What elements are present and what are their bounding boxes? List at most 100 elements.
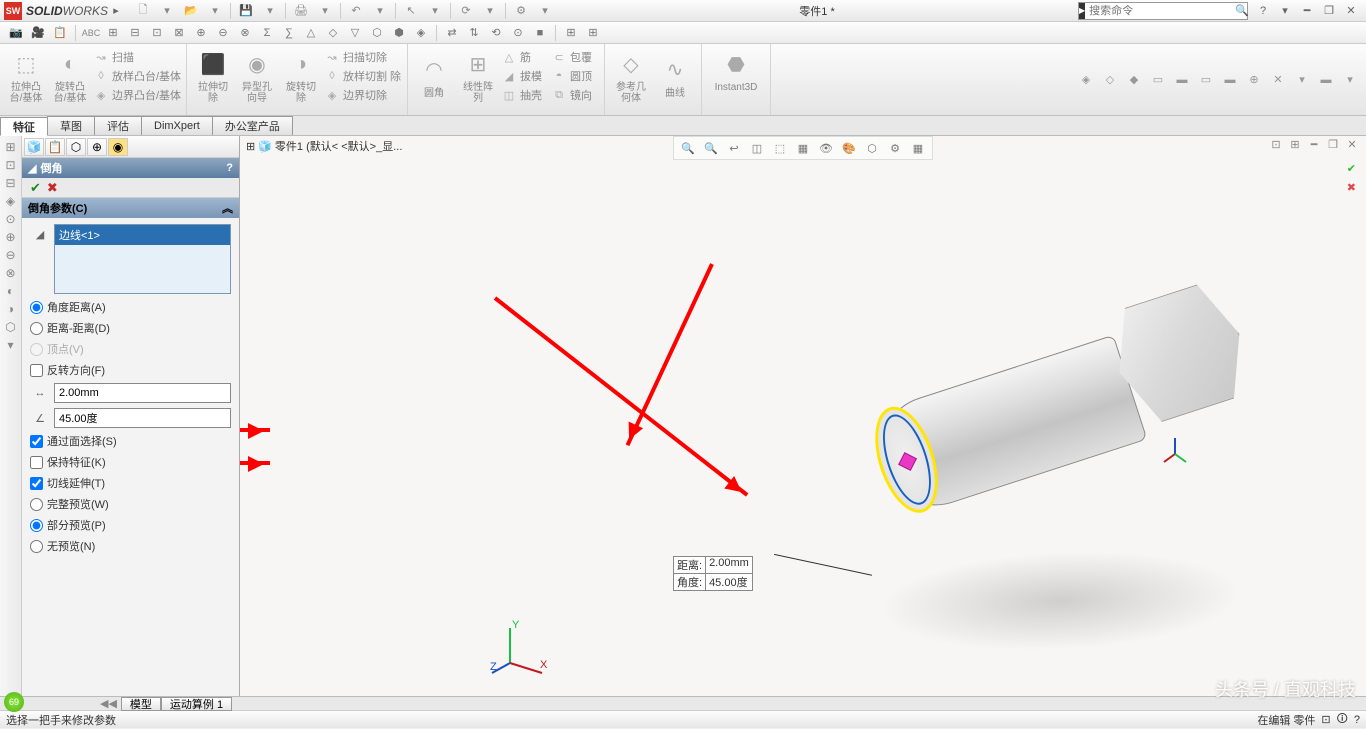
tab-motion-study[interactable]: 运动算例 1	[161, 697, 232, 711]
doc-max-icon[interactable]: ❐	[1325, 138, 1341, 151]
lvt-icon[interactable]: ▾	[7, 338, 13, 352]
revolve-boss-button[interactable]: ◐旋转凸 台/基体	[48, 46, 92, 106]
rtool-icon[interactable]: ▭	[1196, 71, 1216, 89]
cancel-icon[interactable]: ✖	[47, 180, 58, 196]
tool-icon[interactable]: ⬡	[367, 24, 387, 42]
hide-show-icon[interactable]: 👁	[816, 139, 836, 157]
tool-icon[interactable]: △	[301, 24, 321, 42]
instant3d-button[interactable]: ⬣Instant3D	[706, 46, 766, 95]
fm-tab-icon[interactable]: ◉	[108, 138, 128, 156]
radio-partial-preview[interactable]: 部分预览(P)	[30, 517, 231, 533]
check-keep-features[interactable]: 保持特征(K)	[30, 454, 231, 470]
dd-icon[interactable]: ▾	[259, 2, 281, 20]
rtool-icon[interactable]: ▭	[1148, 71, 1168, 89]
tool-icon[interactable]: ⊞	[583, 24, 603, 42]
fillet-button[interactable]: ◠圆角	[412, 46, 456, 106]
radio-angle-distance[interactable]: 角度距离(A)	[30, 299, 231, 315]
options-icon[interactable]: ⚙	[510, 2, 532, 20]
rtool-icon[interactable]: ▬	[1172, 71, 1192, 89]
rtool-icon[interactable]: ◈	[1076, 71, 1096, 89]
section-icon[interactable]: ◫	[747, 139, 767, 157]
tool-icon[interactable]: ⊕	[191, 24, 211, 42]
rtool-icon[interactable]: ⊕	[1244, 71, 1264, 89]
tab-feature[interactable]: 特征	[0, 117, 48, 136]
dd-icon[interactable]: ▾	[534, 2, 556, 20]
sweep-cut-button[interactable]: ↝扫描切除	[323, 48, 403, 66]
view-icon[interactable]: ▦	[908, 139, 928, 157]
extrude-boss-button[interactable]: ⬚拉伸凸 台/基体	[4, 46, 48, 106]
mirror-button[interactable]: ⧉镜向	[550, 86, 600, 104]
prev-view-icon[interactable]: ↩	[724, 139, 744, 157]
doc-min-icon[interactable]: ━	[1306, 138, 1322, 151]
lvt-icon[interactable]: ⬡	[5, 320, 15, 334]
revolve-cut-button[interactable]: ◑旋转切 除	[279, 46, 323, 106]
tool-icon[interactable]: ⬢	[389, 24, 409, 42]
confirm-cancel-icon[interactable]: ✖	[1347, 181, 1356, 194]
rtool-icon[interactable]: ▾	[1340, 71, 1360, 89]
dome-button[interactable]: ◓圆顶	[550, 67, 600, 85]
linear-pattern-button[interactable]: ⊞线性阵 列	[456, 46, 500, 106]
fm-tab-icon[interactable]: 📋	[45, 138, 65, 156]
dd-icon[interactable]: ▾	[204, 2, 226, 20]
camera-icon[interactable]: 📷	[6, 24, 26, 42]
shell-button[interactable]: ◫抽壳	[500, 86, 550, 104]
expand-icon[interactable]: ⊞	[246, 140, 255, 153]
distance-input[interactable]	[54, 383, 231, 403]
dd-icon[interactable]: ▾	[156, 2, 178, 20]
doc-close-icon[interactable]: ✕	[1344, 138, 1360, 151]
search-icon[interactable]: 🔍	[1235, 4, 1249, 17]
graphics-viewport[interactable]: ⊞ 🧊 零件1 (默认< <默认>_显... 🔍 🔍 ↩ ◫ ⬚ ▦ 👁 🎨 ⬡…	[240, 136, 1366, 696]
dd-icon[interactable]: ▾	[369, 2, 391, 20]
lvt-icon[interactable]: ◈	[6, 194, 15, 208]
doc-icon[interactable]: ⊡	[1268, 138, 1284, 151]
fm-tab-icon[interactable]: ⊕	[87, 138, 107, 156]
loft-button[interactable]: ◊放样凸台/基体	[92, 67, 182, 85]
tool-icon[interactable]: ⊗	[235, 24, 255, 42]
zoom-fit-icon[interactable]: 🔍	[678, 139, 698, 157]
tool-icon[interactable]: ⊞	[103, 24, 123, 42]
help-icon[interactable]: ?	[1254, 5, 1272, 17]
angle-input[interactable]	[54, 408, 231, 428]
zoom-area-icon[interactable]: 🔍	[701, 139, 721, 157]
draft-button[interactable]: ◢拔模	[500, 67, 550, 85]
ok-icon[interactable]: ✔	[30, 180, 41, 196]
tab-evaluate[interactable]: 评估	[94, 116, 142, 135]
restore-icon[interactable]: ❐	[1320, 4, 1338, 17]
help-icon[interactable]: ?	[226, 162, 233, 174]
chamfer-params-header[interactable]: 倒角参数(C)︽	[22, 198, 239, 218]
display-style-icon[interactable]: ▦	[793, 139, 813, 157]
tool-icon[interactable]: ⊙	[508, 24, 528, 42]
loft-cut-button[interactable]: ◊放样切割 除	[323, 67, 403, 85]
minimize-icon[interactable]: ━	[1298, 4, 1316, 17]
search-input[interactable]	[1085, 5, 1235, 17]
tool-icon[interactable]: Σ	[257, 24, 277, 42]
tool-icon[interactable]: ∑	[279, 24, 299, 42]
tool-icon[interactable]: ⊠	[169, 24, 189, 42]
status-icon[interactable]: ⊡	[1321, 713, 1330, 726]
lvt-icon[interactable]: ⊟	[5, 176, 15, 190]
lvt-icon[interactable]: ⊞	[5, 140, 15, 154]
doc-icon[interactable]: ⊞	[1287, 138, 1303, 151]
tab-model[interactable]: 模型	[121, 697, 161, 711]
selection-list[interactable]: 边线<1>	[54, 224, 231, 294]
fm-tab-icon[interactable]: ⬡	[66, 138, 86, 156]
lvt-icon[interactable]: ⊕	[5, 230, 15, 244]
notification-badge[interactable]: 69	[4, 692, 24, 712]
scene-icon[interactable]: ⬡	[862, 139, 882, 157]
print-icon[interactable]: 🖨	[290, 2, 312, 20]
tool-icon[interactable]: ⊞	[561, 24, 581, 42]
lvt-icon[interactable]: ⊙	[5, 212, 15, 226]
selected-edge[interactable]: 边线<1>	[55, 225, 230, 245]
rtool-icon[interactable]: ◆	[1124, 71, 1144, 89]
status-icon[interactable]: 🛈	[1337, 710, 1348, 729]
check-face-select[interactable]: 通过面选择(S)	[30, 433, 231, 449]
brand-dropdown-icon[interactable]: ▸	[108, 4, 124, 17]
hole-wizard-button[interactable]: ◉异型孔 向导	[235, 46, 279, 106]
lvt-icon[interactable]: ⊡	[5, 158, 15, 172]
close-icon[interactable]: ✕	[1342, 4, 1360, 17]
lvt-icon[interactable]: ⊖	[5, 248, 15, 262]
radio-vertex[interactable]: 顶点(V)	[30, 341, 231, 357]
fm-tab-icon[interactable]: 🧊	[24, 138, 44, 156]
view-orient-icon[interactable]: ⬚	[770, 139, 790, 157]
record-icon[interactable]: 🎥	[28, 24, 48, 42]
